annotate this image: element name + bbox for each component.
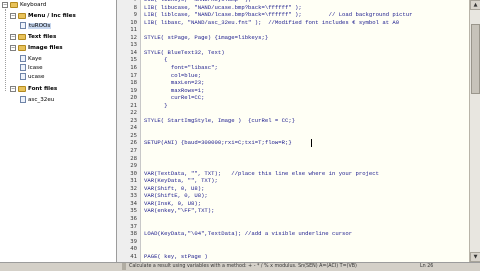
tree-label: Menu / Inc files (28, 13, 76, 19)
code-line[interactable]: PAGE( key, stPage ) (144, 253, 208, 262)
line-number: 41 (130, 253, 137, 260)
collapse-toggle-icon[interactable]: − (10, 33, 16, 40)
tree-folder[interactable]: − Menu / Inc files (10, 12, 76, 21)
scroll-up-arrow-icon[interactable]: ▲ (470, 0, 480, 10)
tree-file[interactable]: Icase (20, 64, 43, 73)
tree-connector-line (5, 9, 6, 91)
code-line[interactable]: VAR(enkey,"\FF",TXT); (144, 207, 215, 216)
collapse-toggle-icon[interactable]: − (2, 1, 8, 8)
scroll-thumb[interactable] (471, 24, 480, 94)
code-line[interactable]: SETUP(ANI) {baud=300000;rxi=C;txi=T;flow… (144, 139, 292, 148)
file-icon (20, 55, 26, 62)
folder-icon (18, 85, 26, 92)
scroll-down-arrow-icon[interactable]: ▼ (470, 252, 480, 262)
tree-label: Keyboard (20, 2, 47, 8)
tree-label: Kaye (28, 56, 42, 62)
line-number-gutter: 7 8 9 10 11 12 13 14 15 16 17 18 19 20 21 22 23 24 25 26 27 2… (117, 0, 141, 262)
collapse-toggle-icon[interactable]: − (10, 44, 16, 51)
vertical-scrollbar[interactable]: ▲ ▼ (469, 0, 480, 262)
code-editor[interactable]: LIB( libkeys, "NAND/Keys.bmp" );LIB( lib… (141, 0, 469, 262)
file-icon (20, 22, 26, 29)
folder-icon (18, 33, 26, 40)
tree-file[interactable]: asc_32eu (20, 96, 54, 105)
tree-file[interactable]: Kaye (20, 55, 42, 64)
collapse-toggle-icon[interactable]: − (10, 85, 16, 92)
code-line[interactable]: STYLE( StartImgStyle, Image ) {curRel = … (144, 117, 295, 126)
code-line[interactable]: STYLE( stPage, Page) {image=libkeys;} (144, 34, 268, 43)
folder-icon (18, 44, 26, 51)
code-line[interactable]: } (144, 102, 167, 111)
tree-label: asc_32eu (28, 97, 55, 103)
tree-label: tuROOs (28, 23, 52, 29)
tree-label: Image files (28, 45, 63, 51)
tree-label: Text files (28, 34, 57, 40)
tree-folder[interactable]: − Font files (10, 85, 57, 94)
tree-folder[interactable]: − Text files (10, 33, 56, 42)
file-icon (20, 64, 26, 71)
tree-root[interactable]: − Keyboard (2, 1, 46, 10)
folder-icon (10, 1, 18, 8)
tree-label: Font files (28, 86, 58, 92)
folder-icon (18, 12, 26, 19)
project-tree: − Keyboard − Menu / Inc files tuROOs − Text fi… (0, 0, 117, 262)
tree-label: Icase (28, 65, 43, 71)
text-caret (311, 139, 312, 148)
status-bar-grip (122, 263, 126, 270)
tree-folder[interactable]: − Image files (10, 44, 63, 53)
tree-file[interactable]: ucase (20, 73, 44, 82)
tree-label: ucase (28, 74, 45, 80)
tree-file[interactable]: tuROOs (20, 22, 52, 31)
collapse-toggle-icon[interactable]: − (10, 12, 16, 19)
code-line[interactable]: LOAD(KeyData,"\04",TextData); //add a vi… (144, 230, 352, 239)
file-icon (20, 73, 26, 80)
file-icon (20, 96, 26, 103)
code-line[interactable]: LIB( libasc, "NAND/asc_32eu.fnt" ); //Mo… (144, 19, 399, 28)
